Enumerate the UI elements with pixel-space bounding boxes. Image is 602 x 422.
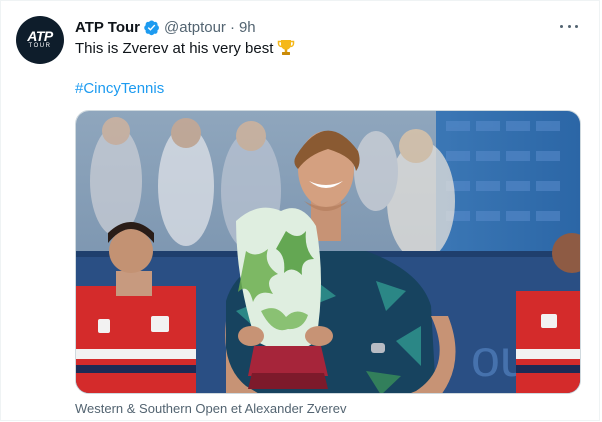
timestamp[interactable]: 9h <box>239 19 256 36</box>
zverev-trophy-photo: out <box>76 111 580 393</box>
author-handle[interactable]: @atptour <box>164 19 226 36</box>
hashtag-link[interactable]: #CincyTennis <box>75 79 164 99</box>
media-caption: Western & Southern Open et Alexander Zve… <box>75 401 347 416</box>
tweet-header: ATP Tour @atptour · 9h <box>75 17 256 37</box>
trophy-emoji-icon <box>278 40 295 55</box>
avatar-logo-text: ATP <box>27 28 53 44</box>
verified-badge-icon <box>144 19 159 35</box>
avatar[interactable]: ATP TOUR <box>16 16 64 64</box>
tweet-text-content: This is Zverev at his very best <box>75 40 274 57</box>
avatar-logo-subtext: TOUR <box>28 43 52 49</box>
tweet-photo[interactable]: out <box>75 110 581 394</box>
tweet-text: This is Zverev at his very best <box>75 39 295 59</box>
tweet-card[interactable]: ATP TOUR ATP Tour @atptour · 9h This is … <box>0 0 600 421</box>
author-name[interactable]: ATP Tour <box>75 19 140 36</box>
separator-dot: · <box>229 18 235 36</box>
more-options-icon[interactable] <box>560 17 578 35</box>
